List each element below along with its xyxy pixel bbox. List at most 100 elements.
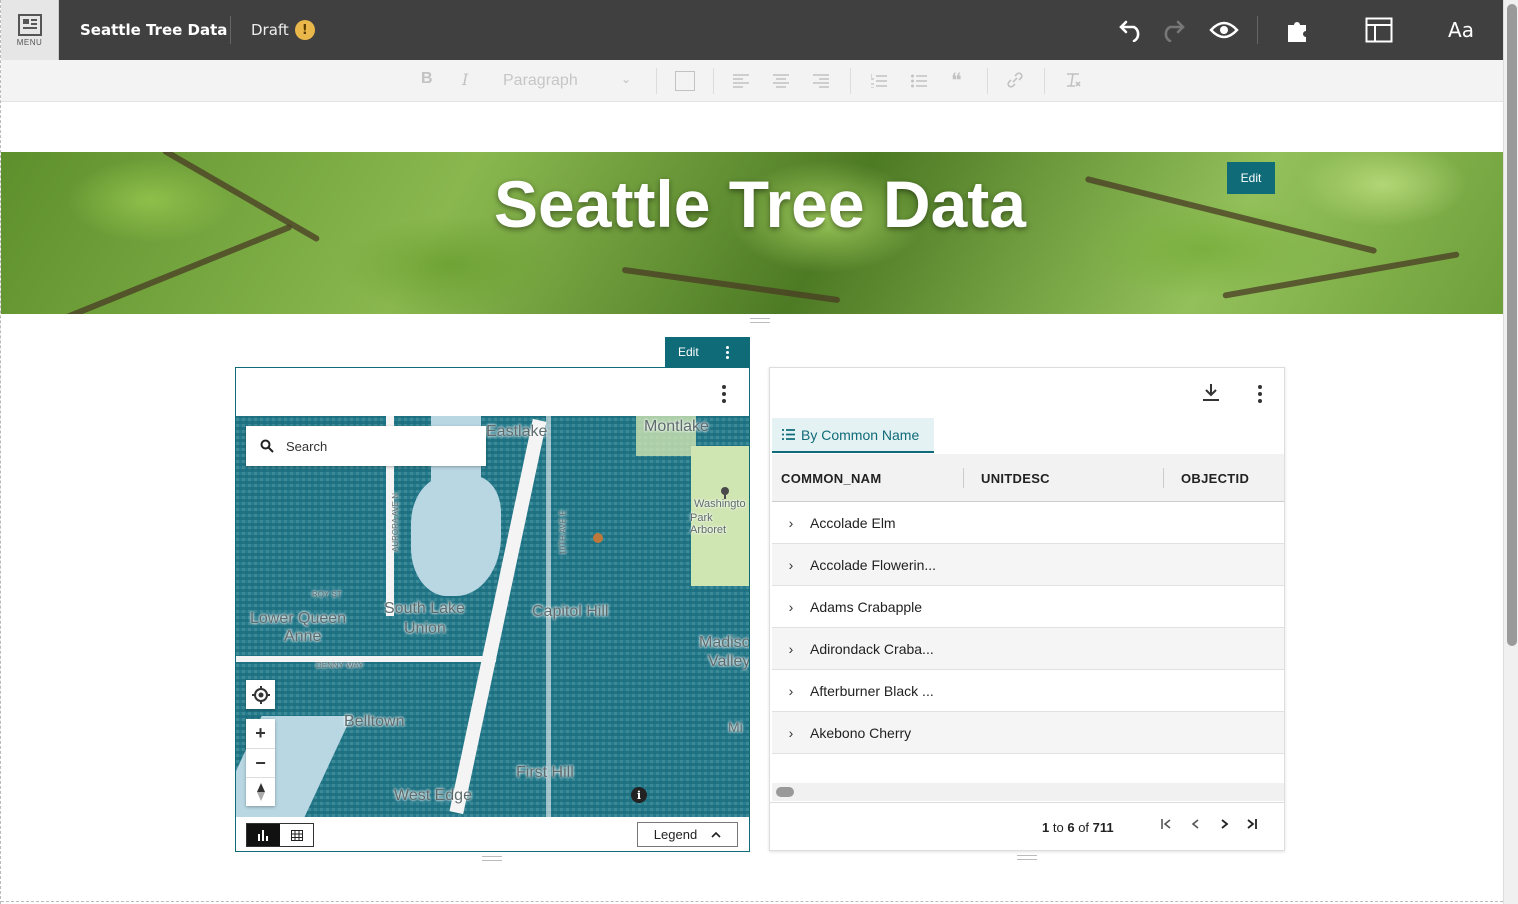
redo-button[interactable] (1157, 14, 1187, 46)
more-vertical-icon[interactable] (722, 385, 726, 403)
layout-button[interactable] (1363, 14, 1395, 46)
table-row[interactable]: › Accolade Flowerin... (772, 544, 1284, 586)
menu-label: MENU (16, 37, 43, 47)
map-label-montlake: Montlake (644, 418, 709, 435)
drag-handle[interactable] (1017, 855, 1037, 860)
search-input[interactable]: Search (286, 439, 327, 454)
legend-button[interactable]: Legend (637, 822, 738, 847)
crosshair-icon (251, 685, 270, 704)
preview-button[interactable] (1207, 14, 1241, 46)
map-label-lower-queen: Lower Queen (250, 610, 347, 627)
numbered-list-button[interactable] (870, 73, 887, 92)
page: MENU Seattle Tree Data Draft ! Aa B I Pa… (0, 0, 1518, 904)
chevron-right-icon[interactable]: › (772, 599, 810, 615)
last-page-button[interactable] (1246, 817, 1258, 833)
divider (850, 68, 851, 94)
zoom-controls: + − (246, 719, 275, 806)
chevron-right-icon[interactable]: › (772, 557, 810, 573)
list-icon (782, 429, 795, 440)
zoom-in-button[interactable]: + (246, 719, 275, 748)
align-right-button[interactable] (813, 73, 829, 92)
menu-button[interactable]: MENU (1, 0, 59, 60)
column-resizer[interactable] (1163, 468, 1164, 488)
table-row[interactable]: › Adams Crabapple (772, 586, 1284, 628)
table-row[interactable]: › Accolade Elm (772, 502, 1284, 544)
clear-format-button[interactable] (1065, 72, 1081, 92)
link-button[interactable] (1007, 72, 1023, 92)
numbered-list-icon (870, 74, 887, 89)
drag-handle[interactable] (482, 856, 502, 861)
download-button[interactable] (1201, 382, 1221, 407)
color-button[interactable] (675, 71, 695, 91)
map-edit-button[interactable]: Edit (665, 337, 750, 367)
redo-icon (1164, 20, 1185, 42)
cell-common-name: Adams Crabapple (810, 598, 923, 615)
page-scrollbar[interactable] (1503, 0, 1518, 904)
legend-label: Legend (653, 827, 698, 842)
locate-button[interactable] (246, 680, 275, 709)
chevron-down-icon: ⌄ (621, 72, 632, 86)
cell-common-name: Accolade Elm (810, 514, 896, 531)
banner-edit-button[interactable]: Edit (1227, 162, 1275, 194)
bold-button[interactable]: B (421, 70, 433, 88)
previous-page-button[interactable] (1190, 817, 1202, 833)
page-range-end: 6 (1067, 820, 1075, 835)
cell-common-name: Adirondack Craba... (810, 640, 934, 657)
next-page-button[interactable] (1218, 817, 1230, 833)
info-icon[interactable]: i (631, 787, 647, 803)
color-swatch-icon (675, 71, 695, 91)
typography-button[interactable]: Aa (1447, 14, 1475, 46)
column-header-unitdesc[interactable]: UNITDESC (981, 471, 1050, 486)
horizontal-scrollbar[interactable] (772, 783, 1284, 801)
drag-handle[interactable] (750, 318, 770, 323)
bullet-list-icon (911, 74, 927, 88)
map-label-west-edge: West Edge (394, 787, 472, 804)
table-row[interactable]: › Afterburner Black ... (772, 670, 1284, 712)
chevron-up-icon (711, 831, 721, 838)
map-search-box[interactable]: Search (246, 426, 486, 466)
chevron-right-icon[interactable]: › (772, 725, 810, 741)
draft-label: Draft (251, 21, 289, 39)
map-view[interactable]: Eastlake Montlake Washingto Park Arboret… (236, 416, 749, 817)
tab-by-common-name[interactable]: By Common Name (772, 418, 934, 453)
chart-view-button[interactable] (247, 824, 280, 846)
draft-status[interactable]: Draft ! (251, 20, 315, 40)
italic-button[interactable]: I (462, 70, 468, 89)
scrollbar-thumb[interactable] (1507, 4, 1517, 646)
map-point[interactable] (593, 533, 603, 543)
compass-icon (256, 783, 265, 801)
more-vertical-icon[interactable] (726, 346, 729, 359)
table-row[interactable]: › Adirondack Craba... (772, 628, 1284, 670)
zoom-out-button[interactable]: − (246, 748, 275, 777)
paragraph-select[interactable]: Paragraph (503, 72, 578, 90)
street-label-roy: ROY ST (312, 590, 342, 599)
street-label-denny: DENNY WAY (316, 661, 364, 670)
column-header-objectid[interactable]: OBJECTID (1181, 471, 1249, 486)
column-header-common-nam[interactable]: COMMON_NAM (781, 471, 882, 486)
table-view-button[interactable] (280, 824, 313, 846)
table-row[interactable]: › Akebono Cherry (772, 712, 1284, 754)
chevron-right-icon[interactable]: › (772, 641, 810, 657)
align-left-icon (733, 74, 749, 88)
pagination: 1 to 6 of 711 (770, 802, 1284, 850)
first-page-button[interactable] (1160, 817, 1172, 833)
scrollbar-thumb[interactable] (776, 787, 794, 797)
more-vertical-icon[interactable] (1258, 385, 1262, 403)
chevron-right-icon[interactable]: › (772, 515, 810, 531)
align-center-button[interactable] (773, 73, 789, 92)
pagination-summary: 1 to 6 of 711 (1042, 820, 1114, 835)
map-edit-label: Edit (678, 345, 699, 359)
locate-control[interactable] (246, 680, 275, 709)
map-card: Eastlake Montlake Washingto Park Arboret… (235, 367, 750, 852)
bullet-list-button[interactable] (911, 73, 927, 92)
add-block-button[interactable] (1283, 14, 1311, 46)
format-toolbar: B I Paragraph ⌄ ❝ (1, 60, 1503, 102)
quote-icon[interactable]: ❝ (951, 68, 962, 92)
column-resizer[interactable] (963, 468, 964, 488)
chevron-right-icon (1221, 819, 1229, 829)
align-left-button[interactable] (733, 73, 749, 92)
chevron-right-icon[interactable]: › (772, 683, 810, 699)
compass-button[interactable] (246, 777, 275, 806)
map-label-mi: Mi (728, 719, 743, 735)
undo-button[interactable] (1117, 14, 1147, 46)
